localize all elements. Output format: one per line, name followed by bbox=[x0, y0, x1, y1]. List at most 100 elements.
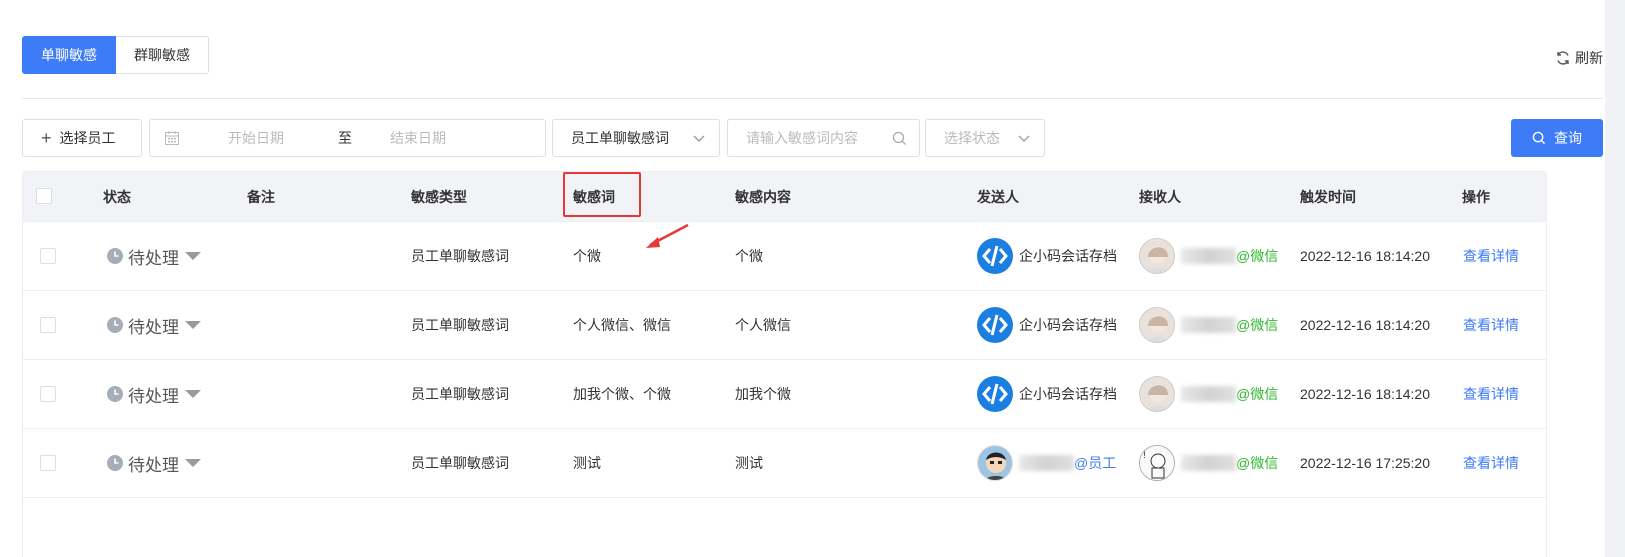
status-label: 待处理 bbox=[128, 248, 179, 268]
sensitive-type-cell: 员工单聊敏感词 bbox=[411, 248, 509, 264]
tab-single-chat[interactable]: 单聊敏感 bbox=[22, 36, 116, 74]
status-dropdown[interactable]: 待处理 bbox=[107, 222, 201, 290]
main-panel: 单聊敏感 群聊敏感 刷新 + 选择员工 开始日期 至 结束日期 员工单聊敏感词 … bbox=[0, 0, 1625, 557]
calendar-icon bbox=[165, 131, 179, 145]
keyword-input[interactable] bbox=[746, 130, 886, 146]
search-icon bbox=[1532, 131, 1546, 145]
select-staff-label: 选择员工 bbox=[59, 130, 116, 146]
sender-tag: @员工 bbox=[1074, 455, 1117, 471]
row-checkbox[interactable] bbox=[40, 222, 56, 290]
sensitive-word-cell: 加我个微、个微 bbox=[573, 386, 671, 402]
sensitive-word-cell: 个人微信、微信 bbox=[573, 317, 671, 333]
view-details-link[interactable]: 查看详情 bbox=[1463, 222, 1519, 290]
row-checkbox[interactable] bbox=[40, 360, 56, 428]
receiver-avatar bbox=[1139, 376, 1175, 412]
status-dropdown[interactable]: 待处理 bbox=[107, 360, 201, 428]
date-range-picker[interactable]: 开始日期 至 结束日期 bbox=[149, 119, 546, 157]
receiver-avatar: ! bbox=[1139, 445, 1175, 481]
sensitive-type-cell: 员工单聊敏感词 bbox=[411, 455, 509, 471]
table-header: 状态 备注 敏感类型 敏感词 敏感内容 发送人 接收人 触发时间 操作 bbox=[23, 172, 1546, 222]
caret-down-icon bbox=[185, 459, 201, 467]
receiver-cell: ! @微信 bbox=[1139, 429, 1278, 497]
clock-icon bbox=[107, 386, 123, 402]
redacted-name bbox=[1181, 455, 1236, 471]
sensitive-type-value: 员工单聊敏感词 bbox=[571, 130, 669, 146]
refresh-label: 刷新 bbox=[1575, 50, 1603, 66]
receiver-avatar bbox=[1139, 307, 1175, 343]
sensitive-records-table: 状态 备注 敏感类型 敏感词 敏感内容 发送人 接收人 触发时间 操作 待处理 … bbox=[22, 171, 1547, 557]
query-button[interactable]: 查询 bbox=[1511, 119, 1603, 157]
row-checkbox[interactable] bbox=[40, 291, 56, 359]
redacted-name bbox=[1181, 317, 1236, 333]
chevron-down-icon bbox=[1018, 135, 1030, 142]
receiver-tag: @微信 bbox=[1236, 248, 1279, 264]
status-select[interactable]: 选择状态 bbox=[925, 119, 1045, 157]
bot-icon bbox=[977, 238, 1013, 274]
status-label: 待处理 bbox=[128, 317, 179, 337]
chevron-down-icon bbox=[693, 135, 705, 142]
scroll-gutter bbox=[1605, 0, 1625, 557]
column-header: 状态 bbox=[103, 189, 131, 205]
redacted-name bbox=[1181, 386, 1236, 402]
sensitive-type-select[interactable]: 员工单聊敏感词 bbox=[552, 119, 720, 157]
status-dropdown[interactable]: 待处理 bbox=[107, 291, 201, 359]
sensitive-type-cell: 员工单聊敏感词 bbox=[411, 386, 509, 402]
tab-group-chat[interactable]: 群聊敏感 bbox=[116, 36, 209, 74]
filter-bar: + 选择员工 开始日期 至 结束日期 员工单聊敏感词 选择状态 查询 bbox=[22, 119, 1603, 157]
keyword-search-field[interactable] bbox=[727, 119, 920, 157]
plus-icon: + bbox=[41, 128, 52, 148]
sender-cell: 企小码会话存档 bbox=[977, 291, 1117, 359]
receiver-cell: @微信 bbox=[1139, 360, 1278, 428]
sender-avatar bbox=[977, 445, 1013, 481]
status-select-placeholder: 选择状态 bbox=[944, 130, 1000, 146]
column-header: 操作 bbox=[1462, 189, 1490, 205]
column-header: 敏感词 bbox=[573, 189, 615, 205]
column-header: 敏感类型 bbox=[411, 189, 467, 205]
svg-text:!: ! bbox=[1143, 450, 1146, 461]
bot-icon bbox=[977, 307, 1013, 343]
date-range-separator: 至 bbox=[338, 130, 352, 146]
chat-type-tabs: 单聊敏感 群聊敏感 bbox=[22, 36, 209, 74]
sender-name: 企小码会话存档 bbox=[1019, 317, 1117, 333]
column-header: 备注 bbox=[247, 189, 275, 205]
row-checkbox[interactable] bbox=[40, 429, 56, 497]
caret-down-icon bbox=[185, 390, 201, 398]
redacted-name bbox=[1019, 455, 1074, 471]
table-body: 待处理 员工单聊敏感词 个微 个微 企小码会话存档 @微信 2022-12-16… bbox=[23, 222, 1546, 498]
clock-icon bbox=[107, 248, 123, 264]
start-date-input[interactable]: 开始日期 bbox=[228, 128, 284, 148]
clock-icon bbox=[107, 455, 123, 471]
sensitive-word-cell: 个微 bbox=[573, 248, 601, 264]
redacted-name bbox=[1181, 248, 1236, 264]
view-details-link[interactable]: 查看详情 bbox=[1463, 429, 1519, 497]
sender-name: 企小码会话存档 bbox=[1019, 248, 1117, 264]
sender-name: 企小码会话存档 bbox=[1019, 386, 1117, 402]
receiver-cell: @微信 bbox=[1139, 291, 1278, 359]
trigger-time-cell: 2022-12-16 18:14:20 bbox=[1300, 386, 1430, 402]
end-date-input[interactable]: 结束日期 bbox=[390, 128, 446, 148]
refresh-button[interactable]: 刷新 bbox=[1555, 48, 1603, 68]
trigger-time-cell: 2022-12-16 18:14:20 bbox=[1300, 248, 1430, 264]
table-row: 待处理 员工单聊敏感词 个人微信、微信 个人微信 企小码会话存档 @微信 202… bbox=[23, 291, 1546, 360]
sender-cell: @员工 bbox=[977, 429, 1116, 497]
table-row: 待处理 员工单聊敏感词 个微 个微 企小码会话存档 @微信 2022-12-16… bbox=[23, 222, 1546, 291]
search-icon bbox=[892, 131, 906, 145]
caret-down-icon bbox=[185, 252, 201, 260]
sender-cell: 企小码会话存档 bbox=[977, 222, 1117, 290]
status-dropdown[interactable]: 待处理 bbox=[107, 429, 201, 497]
sensitive-type-cell: 员工单聊敏感词 bbox=[411, 317, 509, 333]
view-details-link[interactable]: 查看详情 bbox=[1463, 291, 1519, 359]
select-all-checkbox[interactable] bbox=[36, 188, 52, 204]
column-header: 接收人 bbox=[1139, 189, 1181, 205]
column-header: 触发时间 bbox=[1300, 189, 1356, 205]
query-label: 查询 bbox=[1554, 130, 1582, 146]
divider bbox=[22, 98, 1603, 99]
view-details-link[interactable]: 查看详情 bbox=[1463, 360, 1519, 428]
sensitive-content-cell: 个人微信 bbox=[735, 317, 791, 333]
column-header: 敏感内容 bbox=[735, 189, 791, 205]
sensitive-content-cell: 加我个微 bbox=[735, 386, 791, 402]
sensitive-content-cell: 个微 bbox=[735, 248, 763, 264]
select-staff-button[interactable]: + 选择员工 bbox=[22, 119, 142, 157]
status-label: 待处理 bbox=[128, 386, 179, 406]
receiver-avatar bbox=[1139, 238, 1175, 274]
